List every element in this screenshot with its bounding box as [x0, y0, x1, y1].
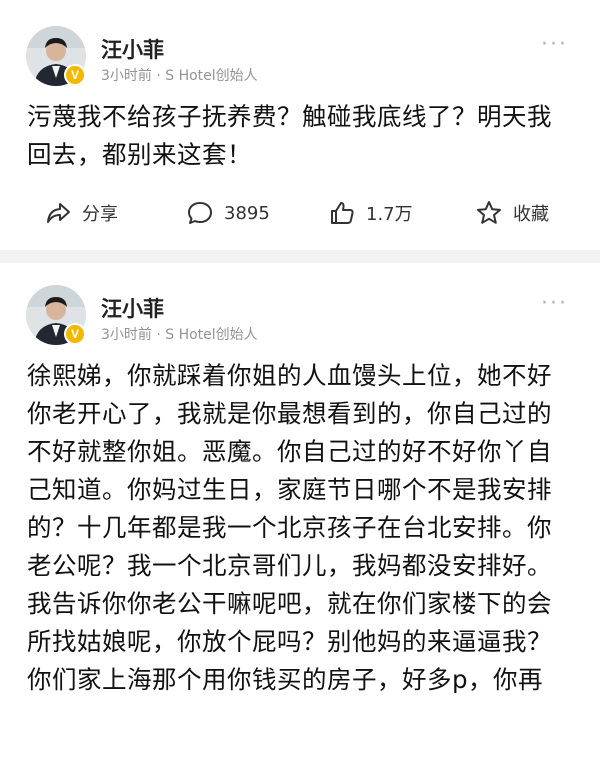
post-meta: 3小时前 · S Hotel创始人 [101, 327, 258, 343]
post-content: 污蔑我不给孩子抚养费？触碰我底线了？明天我回去，都别来这套！ [27, 102, 552, 169]
author-name[interactable]: 汪小菲 [101, 293, 164, 323]
weibo-post-card: V 汪小菲 3小时前 · S Hotel创始人 ··· 徐熙娣，你就踩着你姐的人… [0, 263, 600, 757]
favorite-label: 收藏 [513, 204, 549, 225]
comment-button[interactable]: 3895 [186, 188, 270, 238]
star-icon [477, 201, 501, 224]
share-button[interactable]: 分享 [44, 188, 118, 238]
post-content: 徐熙娣，你就踩着你姐的人血馒头上位，她不好你老开心了，我就是你最想看到的，你自己… [27, 361, 552, 694]
comment-count: 3895 [224, 202, 270, 224]
more-icon[interactable]: ··· [541, 293, 568, 315]
like-count: 1.7万 [366, 204, 413, 225]
share-label: 分享 [82, 204, 118, 225]
verified-badge: V [64, 323, 86, 345]
favorite-button[interactable]: 收藏 [475, 188, 549, 238]
post-action-bar: 分享 3895 1.7万 收藏 [0, 188, 600, 238]
verified-badge: V [64, 64, 86, 86]
post-meta: 3小时前 · S Hotel创始人 [101, 68, 258, 84]
author-name[interactable]: 汪小菲 [101, 34, 164, 64]
share-icon [47, 203, 70, 223]
comment-icon [188, 202, 212, 224]
like-icon [331, 202, 354, 224]
more-icon[interactable]: ··· [541, 34, 568, 56]
like-button[interactable]: 1.7万 [328, 188, 413, 238]
weibo-post-card: V 汪小菲 3小时前 · S Hotel创始人 ··· 污蔑我不给孩子抚养费？触… [0, 0, 600, 250]
